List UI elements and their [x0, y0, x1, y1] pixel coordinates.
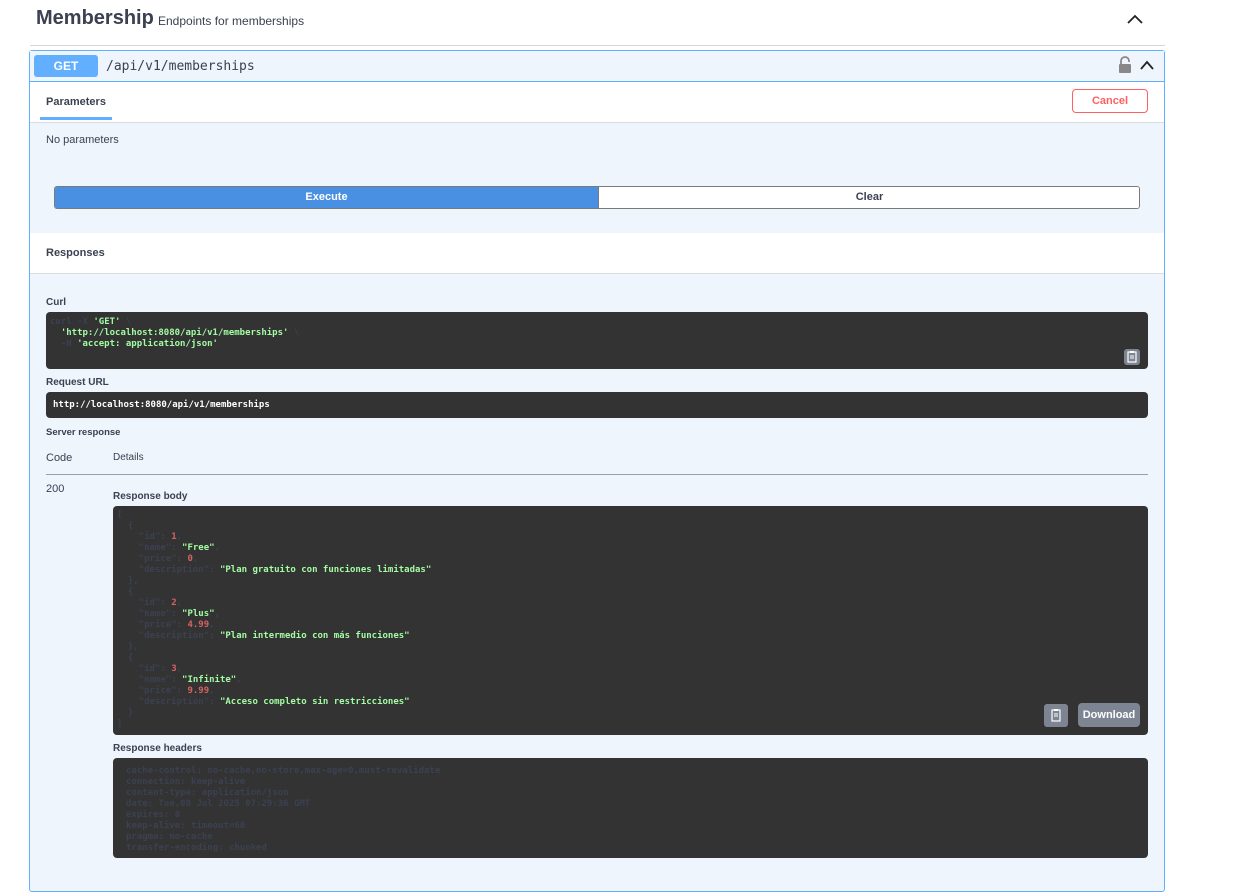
curl-string: 'accept: application/json' — [77, 339, 218, 349]
header-line: content-type: application/json — [126, 788, 289, 798]
tag-description: Endpoints for memberships — [158, 14, 305, 28]
chevron-up-icon[interactable] — [1138, 58, 1156, 72]
tab-underline — [40, 117, 112, 120]
json-punct: , — [209, 686, 215, 696]
json-punct: , — [192, 554, 199, 564]
chevron-up-icon[interactable] — [1124, 10, 1146, 28]
json-punct: , — [209, 620, 215, 630]
json-string: "Infinite" — [182, 675, 237, 685]
json-number: 9.99 — [187, 686, 210, 696]
json-punct: }, — [127, 576, 139, 586]
request-url[interactable]: http://localhost:8080/api/v1/memberships — [53, 400, 270, 410]
no-parameters-text: No parameters — [46, 134, 119, 146]
json-key: "price": — [117, 620, 188, 630]
json-punct: { — [127, 587, 134, 597]
tag-title[interactable]: Membership — [36, 7, 154, 30]
request-url-label: Request URL — [46, 377, 109, 388]
curl-token: -H — [50, 339, 78, 349]
json-key: "name": — [117, 675, 183, 685]
json-punct: , — [214, 543, 220, 553]
curl-token: \ — [125, 317, 132, 327]
json-key: "price": — [117, 554, 188, 564]
copy-icon[interactable] — [1124, 349, 1140, 365]
json-string: "Plus" — [182, 609, 215, 619]
responses-bar — [30, 233, 1164, 274]
header-line: date: Tue,08 Jul 2025 07:29:36 GMT — [126, 799, 311, 809]
details-column-header: Details — [113, 452, 144, 463]
curl-string: 'http://localhost:8080/api/v1/membership… — [60, 328, 289, 338]
json-key: "name": — [117, 543, 183, 553]
json-punct: , — [176, 598, 183, 608]
copy-icon[interactable] — [1044, 704, 1068, 727]
responses-title: Responses — [46, 247, 105, 259]
json-punct: { — [127, 521, 134, 531]
execute-button[interactable]: Execute — [55, 187, 598, 208]
parameters-bar — [30, 82, 1164, 123]
execute-button-group: Execute Clear — [54, 186, 1140, 209]
method-badge: GET — [34, 55, 98, 77]
download-button[interactable]: Download — [1078, 703, 1140, 727]
operation-path: /api/v1/memberships — [106, 59, 255, 74]
json-string: "Plan intermedio con más funciones" — [219, 631, 410, 641]
response-headers-code: cache-control: no-cache,no-store,max-age… — [126, 766, 440, 854]
json-string: "Free" — [182, 543, 215, 553]
json-string: "Plan gratuito con funciones limitadas" — [219, 565, 432, 575]
json-number: 4.99 — [187, 620, 210, 630]
tag-divider — [30, 45, 1165, 46]
curl-token: \ — [293, 328, 300, 338]
response-body-label: Response body — [113, 491, 188, 502]
lock-icon[interactable] — [1117, 56, 1133, 74]
json-punct: , — [176, 664, 183, 674]
server-response-label: Server response — [46, 427, 121, 438]
table-divider — [46, 474, 1148, 475]
json-punct: { — [127, 653, 134, 663]
clear-button[interactable]: Clear — [598, 187, 1139, 208]
json-key: "price": — [117, 686, 188, 696]
json-key: "name": — [117, 609, 183, 619]
header-line: expires: 0 — [126, 810, 181, 820]
json-key: "id": — [117, 598, 172, 608]
json-key: "description": — [117, 631, 220, 641]
json-key: "id": — [117, 532, 172, 542]
header-line: cache-control: no-cache,no-store,max-age… — [126, 766, 441, 776]
json-punct: [ — [117, 510, 123, 520]
header-line: pragma: no-cache — [126, 832, 213, 842]
json-key: "description": — [117, 697, 220, 707]
cancel-button[interactable]: Cancel — [1072, 89, 1148, 113]
json-punct: }, — [127, 642, 139, 652]
code-column-header: Code — [46, 452, 73, 464]
curl-token: curl -X — [50, 317, 94, 327]
status-code: 200 — [46, 483, 65, 495]
json-punct: , — [214, 609, 220, 619]
curl-token — [50, 328, 61, 338]
header-line: transfer-encoding: chunked — [126, 843, 267, 853]
json-punct: , — [236, 675, 242, 685]
json-punct: } — [127, 708, 134, 718]
tab-parameters[interactable]: Parameters — [46, 96, 106, 108]
header-line: connection: keep-alive — [126, 777, 246, 787]
json-key: "description": — [117, 565, 220, 575]
curl-string: 'GET' — [93, 317, 121, 327]
response-headers-label: Response headers — [113, 743, 202, 754]
curl-label: Curl — [46, 297, 66, 308]
json-string: "Acceso completo sin restricciones" — [219, 697, 410, 707]
curl-code: curl -X 'GET' \ 'http://localhost:8080/a… — [50, 317, 299, 350]
json-punct: , — [176, 532, 183, 542]
response-body-code: [ { "id": 1, "name": "Free", "price": 0,… — [117, 510, 431, 730]
json-punct: ] — [117, 719, 123, 729]
json-key: "id": — [117, 664, 172, 674]
header-line: keep-alive: timeout=60 — [126, 821, 246, 831]
